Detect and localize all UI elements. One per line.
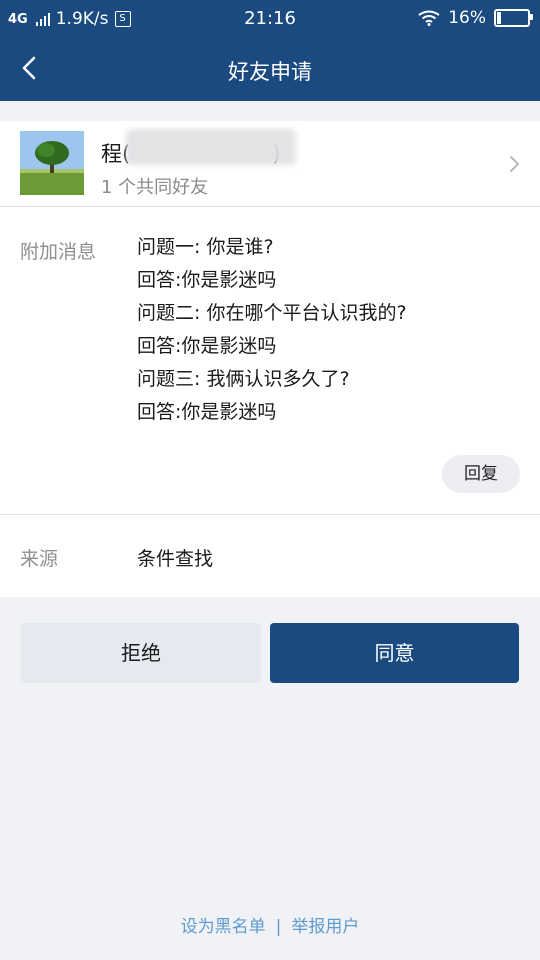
status-right: 16% xyxy=(418,8,533,28)
message-card: 附加消息 问题一: 你是谁? 回答:你是影迷吗 问题二: 你在哪个平台认识我的?… xyxy=(0,207,540,515)
blacklist-link[interactable]: 设为黑名单 xyxy=(181,917,266,937)
battery-level xyxy=(497,12,502,24)
report-link[interactable]: 举报用户 xyxy=(291,917,359,937)
navigation-bar: 好友申请 xyxy=(0,38,540,101)
message-label: 附加消息 xyxy=(20,241,97,263)
accept-button[interactable]: 同意 xyxy=(270,623,519,683)
battery-percent: 16% xyxy=(448,8,486,28)
message-line: 回答:你是影迷吗 xyxy=(137,401,277,423)
wifi-icon xyxy=(418,10,440,26)
battery-icon xyxy=(494,9,533,27)
reply-button[interactable]: 回复 xyxy=(442,455,520,493)
message-line: 问题一: 你是谁? xyxy=(137,236,274,258)
app-header: 4G 1.9K/s S 21:16 16% 好友申请 xyxy=(0,0,540,101)
tree-landscape-avatar xyxy=(20,131,84,195)
status-bar: 4G 1.9K/s S 21:16 16% xyxy=(0,0,540,38)
source-card: 来源 条件查找 xyxy=(0,515,540,597)
reject-button[interactable]: 拒绝 xyxy=(21,623,261,683)
redacted-name-mask xyxy=(126,129,296,165)
message-line: 回答:你是影迷吗 xyxy=(137,269,277,291)
message-line: 问题二: 你在哪个平台认识我的? xyxy=(137,302,407,324)
message-line: 回答:你是影迷吗 xyxy=(137,335,277,357)
footer-links: 设为黑名单 | 举报用户 xyxy=(0,912,540,937)
source-value: 条件查找 xyxy=(137,548,214,570)
mutual-friends: 1 个共同好友 xyxy=(101,177,209,198)
avatar[interactable] xyxy=(20,131,84,195)
page-title: 好友申请 xyxy=(228,60,312,84)
source-label: 来源 xyxy=(20,548,59,570)
message-line: 问题三: 我俩认识多久了? xyxy=(137,368,350,390)
footer-separator: | xyxy=(275,917,282,937)
chevron-right-icon xyxy=(510,156,519,172)
message-lines: 问题一: 你是谁? 回答:你是影迷吗 问题二: 你在哪个平台认识我的? 回答:你… xyxy=(137,231,407,429)
